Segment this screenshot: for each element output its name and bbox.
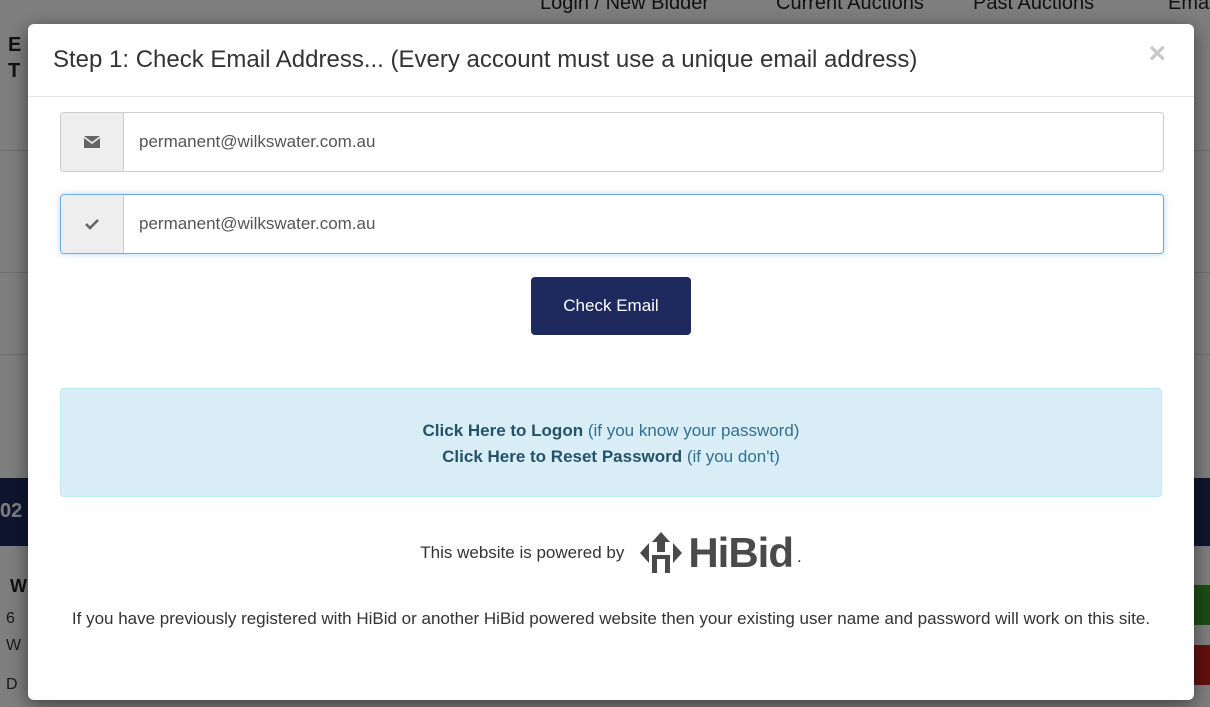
email-input-group [60,112,1164,172]
hibid-logo-text: HiBid [688,529,794,576]
powered-by: This website is powered by HiBid . [28,529,1194,577]
confirm-email-input-group [60,194,1164,254]
logon-link[interactable]: Click Here to Logon [423,421,584,440]
confirm-email-field[interactable] [124,195,1163,253]
checkmark-icon [61,195,124,253]
logo-suffix: . [797,547,802,566]
login-help-alert: Click Here to Logon (if you know your pa… [60,388,1162,497]
logon-hint: (if you know your password) [583,421,800,440]
reset-hint: (if you don't) [682,447,780,466]
reset-line: Click Here to Reset Password (if you don… [61,444,1161,470]
hibid-logo-icon [640,532,683,573]
check-email-button[interactable]: Check Email [531,277,691,335]
reset-password-link[interactable]: Click Here to Reset Password [442,447,682,466]
powered-by-text: This website is powered by [420,543,625,562]
hibid-logo[interactable]: HiBid . [638,529,802,577]
modal-header: Step 1: Check Email Address... (Every ac… [28,24,1194,97]
email-field[interactable] [124,113,1163,171]
logon-line: Click Here to Logon (if you know your pa… [61,418,1161,444]
close-button[interactable]: × [1142,38,1172,70]
check-email-modal: Step 1: Check Email Address... (Every ac… [28,24,1194,700]
modal-title: Step 1: Check Email Address... (Every ac… [53,46,918,73]
footer-note: If you have previously registered with H… [71,609,1151,628]
envelope-icon [61,113,124,171]
